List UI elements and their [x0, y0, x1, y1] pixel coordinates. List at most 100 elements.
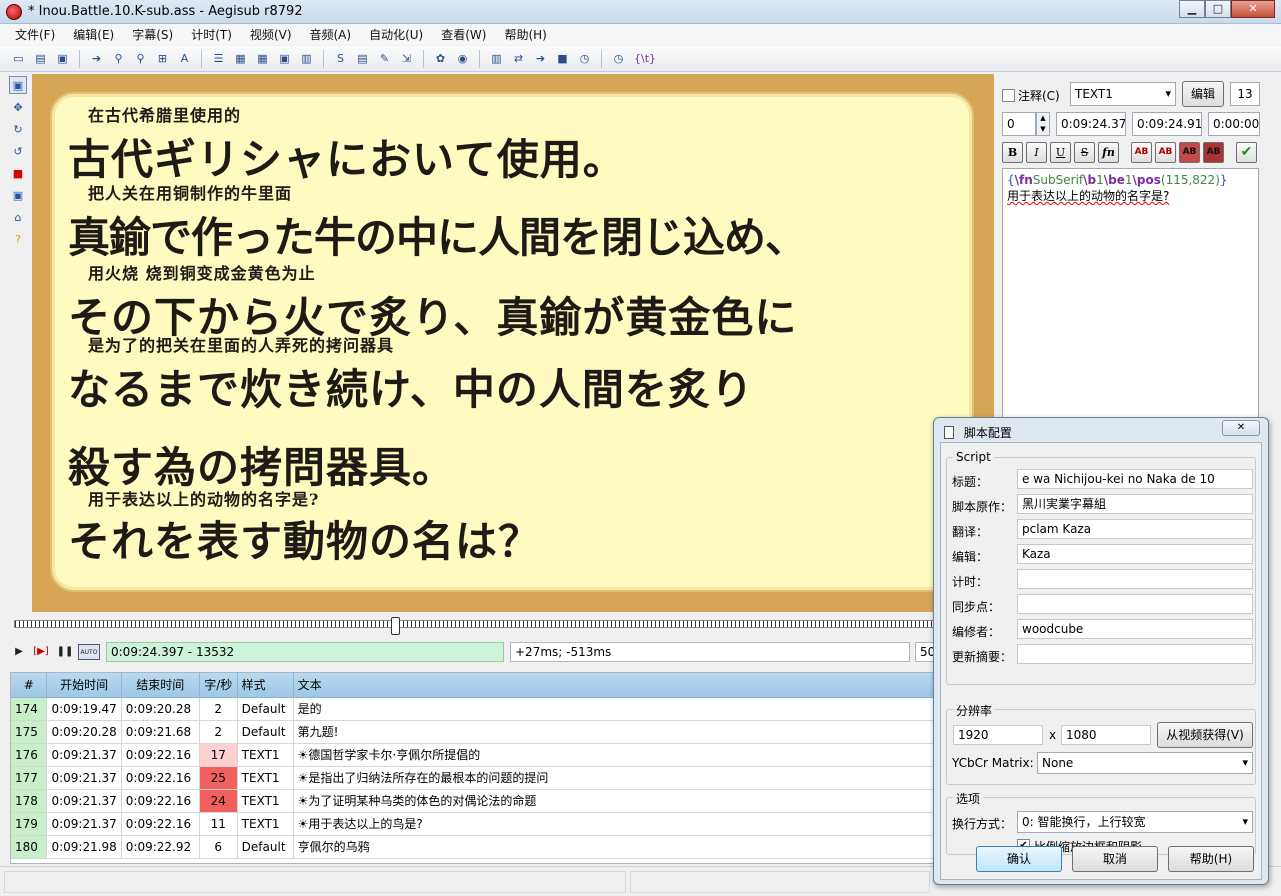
find-replace-icon[interactable]: ⚲ — [132, 50, 149, 67]
shift-times-icon[interactable]: S — [332, 50, 349, 67]
timing-input[interactable] — [1017, 569, 1253, 589]
layer-field[interactable]: 13 — [1230, 82, 1260, 106]
table-row[interactable]: 176 0:09:21.37 0:09:22.16 17 TEXT1 ☀德国哲学家卡尔·亨… — [11, 743, 935, 767]
menu-subtitle[interactable]: 字幕(S) — [123, 26, 182, 43]
updated-by-input[interactable]: woodcube — [1017, 619, 1253, 639]
from-video-button[interactable]: 从视频获得(V) — [1157, 722, 1253, 748]
rotate-xy-icon[interactable]: ↺ — [9, 142, 27, 160]
table-row[interactable]: 178 0:09:21.37 0:09:22.16 24 TEXT1 ☀为了证明某种乌类的… — [11, 789, 935, 813]
kanji-timer-icon[interactable]: ▥ — [488, 50, 505, 67]
outline-color-button[interactable]: AB — [1179, 142, 1200, 163]
video-display[interactable]: 在古代希腊里使用的 古代ギリシャにおいて使用。 把人关在用铜制作的牛里面 真鍮で… — [32, 74, 994, 612]
edit-style-button[interactable]: 编辑 — [1182, 81, 1224, 107]
clip-tool-icon[interactable]: ▣ — [9, 186, 27, 204]
help-icon[interactable]: ? — [9, 230, 27, 248]
vector-clip-icon[interactable]: ⌂ — [9, 208, 27, 226]
help-button[interactable]: 帮助(H) — [1168, 846, 1254, 872]
resolution-height-input[interactable]: 1080 — [1061, 725, 1151, 745]
new-file-icon[interactable]: ▭ — [10, 50, 27, 67]
scale-tool-icon[interactable]: ■ — [9, 164, 27, 182]
wrap-style-dropdown[interactable]: 0: 智能换行，上行较宽 — [1017, 811, 1253, 833]
menu-view[interactable]: 查看(W) — [432, 26, 495, 43]
assistant-icon[interactable]: ◉ — [454, 50, 471, 67]
subtitle-grid[interactable]: # 开始时间 结束时间 字/秒 样式 文本 174 0:09:19.47 0:09:… — [10, 672, 936, 864]
shadow-color-button[interactable]: AB — [1203, 142, 1224, 163]
dialog-close-button[interactable]: ✕ — [1222, 420, 1260, 436]
table-row[interactable]: 174 0:09:19.47 0:09:20.28 2 Default 是的 — [11, 697, 935, 721]
comment-checkbox[interactable] — [1002, 89, 1015, 102]
menu-video[interactable]: 视频(V) — [241, 26, 301, 43]
col-end-time[interactable]: 结束时间 — [121, 673, 200, 698]
override-tags-icon[interactable]: {\t} — [632, 50, 658, 67]
open-file-icon[interactable]: ▤ — [32, 50, 49, 67]
hotkeys-icon[interactable]: ◷ — [610, 50, 627, 67]
font-button[interactable]: fn — [1098, 142, 1119, 163]
bold-button[interactable]: B — [1002, 142, 1023, 163]
translation-assistant-icon[interactable]: ✎ — [376, 50, 393, 67]
table-row[interactable]: 180 0:09:21.98 0:09:22.92 6 Default 亨佩尔的乌鸦 — [11, 835, 935, 859]
clock-icon[interactable]: ◷ — [576, 50, 593, 67]
secondary-color-button[interactable]: AB — [1155, 142, 1176, 163]
stop-icon[interactable]: ■ — [554, 50, 571, 67]
drag-tool-icon[interactable]: ✥ — [9, 98, 27, 116]
pause-icon[interactable]: ❚❚ — [56, 644, 74, 660]
menu-file[interactable]: 文件(F) — [6, 26, 64, 43]
spell-check-icon[interactable]: ✿ — [432, 50, 449, 67]
fonts-collector-icon[interactable]: A — [176, 50, 193, 67]
editing-input[interactable]: Kaza — [1017, 544, 1253, 564]
attachments-icon[interactable]: ⊞ — [154, 50, 171, 67]
sync-point-input[interactable] — [1017, 594, 1253, 614]
underline-button[interactable]: U — [1050, 142, 1071, 163]
maximize-button[interactable]: □ — [1205, 0, 1231, 18]
margin-field[interactable]: 0 — [1002, 112, 1036, 136]
video-seek-bar[interactable] — [10, 614, 994, 636]
italic-button[interactable]: I — [1026, 142, 1047, 163]
tags-icon[interactable]: ➔ — [532, 50, 549, 67]
col-start-time[interactable]: 开始时间 — [46, 673, 122, 698]
resample-icon[interactable]: ⇲ — [398, 50, 415, 67]
ok-button[interactable]: 确认 — [976, 846, 1062, 872]
autoscroll-toggle[interactable]: AUTO — [78, 644, 100, 660]
styles-manager-icon[interactable]: ☰ — [210, 50, 227, 67]
menu-edit[interactable]: 编辑(E) — [64, 26, 123, 43]
table-row[interactable]: 175 0:09:20.28 0:09:21.68 2 Default 第九题! — [11, 720, 935, 744]
find-icon[interactable]: ⚲ — [110, 50, 127, 67]
duration-field[interactable]: 0:00:00. — [1208, 112, 1260, 136]
commit-icon[interactable]: ✔ — [1236, 142, 1257, 163]
jump-icon[interactable]: ➔ — [88, 50, 105, 67]
title-input[interactable]: e wa Nichijou-kei no Naka de 10 — [1017, 469, 1253, 489]
keyframes-icon[interactable]: ▥ — [298, 50, 315, 67]
video-time-readout[interactable]: 0:09:24.397 - 13532 — [106, 642, 504, 662]
minimize-button[interactable]: ▁ — [1179, 0, 1205, 18]
close-button[interactable]: ✕ — [1231, 0, 1275, 18]
play-icon[interactable]: ▶ — [10, 644, 28, 660]
menu-timing[interactable]: 计时(T) — [182, 26, 241, 43]
video-sync-icon[interactable]: ⇄ — [510, 50, 527, 67]
menu-audio[interactable]: 音频(A) — [301, 26, 361, 43]
end-time-field[interactable]: 0:09:24.91 — [1132, 112, 1202, 136]
ycbcr-dropdown[interactable]: None — [1037, 752, 1253, 774]
play-line-icon[interactable]: [▶] — [32, 644, 50, 660]
translation-input[interactable]: pclam Kaza — [1017, 519, 1253, 539]
style-dropdown[interactable]: TEXT1 — [1070, 82, 1176, 106]
menu-automation[interactable]: 自动化(U) — [360, 26, 432, 43]
rotate-z-icon[interactable]: ↻ — [9, 120, 27, 138]
save-icon[interactable]: ▣ — [54, 50, 71, 67]
seek-thumb[interactable] — [391, 617, 400, 635]
standard-tool-icon[interactable]: ▣ — [9, 76, 27, 94]
primary-color-button[interactable]: AB — [1131, 142, 1152, 163]
menu-help[interactable]: 帮助(H) — [495, 26, 555, 43]
strikeout-button[interactable]: S — [1074, 142, 1095, 163]
video-details-icon[interactable]: ▦ — [254, 50, 271, 67]
col-text[interactable]: 文本 — [293, 673, 935, 698]
table-row[interactable]: 179 0:09:21.37 0:09:22.16 11 TEXT1 ☀用于表达以上的鸟是… — [11, 812, 935, 836]
start-time-field[interactable]: 0:09:24.37 — [1056, 112, 1126, 136]
cancel-button[interactable]: 取消 — [1072, 846, 1158, 872]
timing-post-processor-icon[interactable]: ▤ — [354, 50, 371, 67]
table-row[interactable]: 177 0:09:21.37 0:09:22.16 25 TEXT1 ☀是指出了归纳法所存… — [11, 766, 935, 790]
original-script-input[interactable]: 黑川実業字幕組 — [1017, 494, 1253, 514]
margin-spinner[interactable]: ▲ ▼ — [1036, 112, 1050, 136]
export-icon[interactable]: ▣ — [276, 50, 293, 67]
update-details-input[interactable] — [1017, 644, 1253, 664]
subtitle-text-editor[interactable]: {\fnSubSerif\b1\be1\pos(115,822)} 用于表达以上… — [1002, 168, 1259, 418]
